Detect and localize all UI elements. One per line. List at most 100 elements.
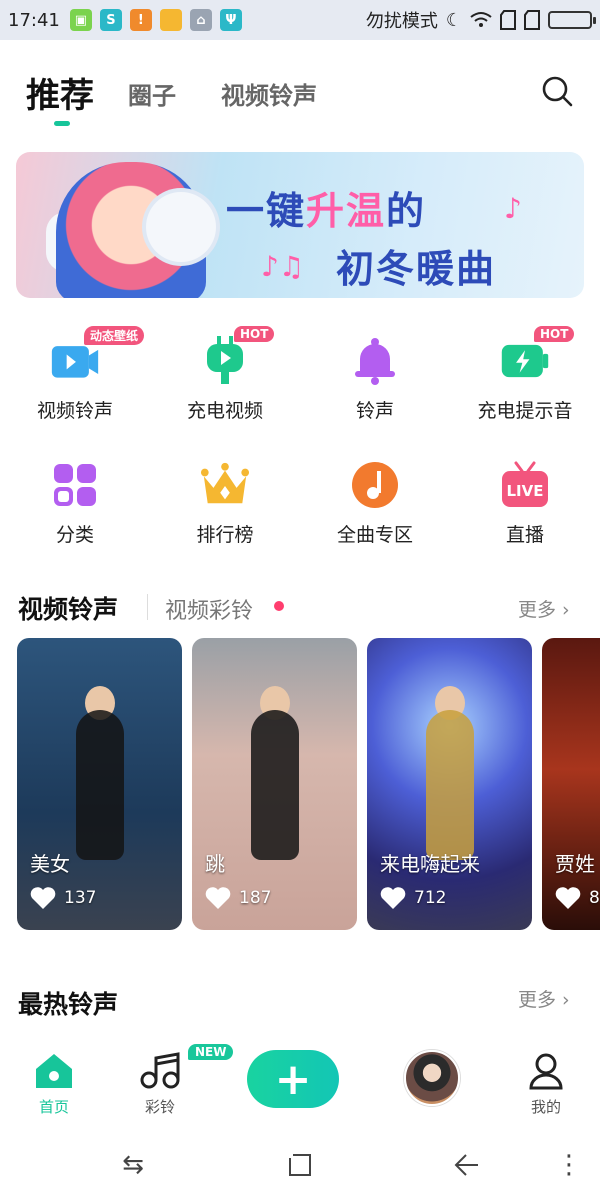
charge-sound-icon: HOT	[500, 326, 575, 384]
feature-ranking[interactable]: 排行榜	[150, 462, 300, 547]
video-card-title: 来电嗨起来	[380, 852, 480, 876]
nav-label: 彩铃	[144, 1098, 175, 1116]
new-badge: NEW	[188, 1044, 234, 1060]
heart-icon[interactable]	[555, 886, 581, 910]
music-notes-icon	[140, 1052, 180, 1089]
video-card-likes: 187	[205, 886, 271, 910]
system-nav: ⇆ ⋮	[0, 1130, 600, 1200]
music-note-icon	[350, 462, 400, 508]
home-icon	[36, 1054, 72, 1088]
banner-subheadline: 初冬暖曲	[336, 247, 497, 291]
feature-label: 充电视频	[186, 400, 263, 422]
status-time: 17:41	[8, 9, 60, 31]
person-figure	[250, 710, 299, 860]
sim2-icon	[524, 10, 540, 30]
heart-icon[interactable]	[205, 886, 231, 910]
more-link[interactable]: 更多 ›	[518, 595, 570, 622]
wifi-icon	[470, 12, 492, 27]
badge-dynamic-wallpaper: 动态壁纸	[84, 326, 145, 345]
feature-live[interactable]: LIVE 直播	[450, 461, 600, 547]
menu-icon[interactable]: ⋮	[552, 1148, 586, 1182]
status-bar: 17:41 ▣ S ! ⌂ Ψ 勿扰模式 ☾	[0, 0, 600, 40]
notification-green-icon: ▣	[69, 9, 92, 31]
nav-mine[interactable]: 我的	[506, 1052, 586, 1117]
sim1-icon	[500, 10, 516, 30]
earmuff-right	[146, 192, 216, 262]
nav-label: 我的	[530, 1098, 561, 1116]
feature-full-song[interactable]: 全曲专区	[300, 462, 450, 547]
tab-circle[interactable]: 圈子	[128, 76, 176, 111]
feature-label: 充电提示音	[477, 400, 573, 422]
video-card[interactable]: 美女 137	[17, 638, 182, 930]
tab-recommend[interactable]: 推荐	[26, 68, 94, 117]
video-card[interactable]: 跳 187	[192, 638, 357, 930]
person-figure	[425, 710, 474, 860]
feature-label: 铃声	[355, 400, 394, 422]
back-icon[interactable]	[450, 1148, 484, 1182]
feature-ringtone[interactable]: 铃声	[300, 338, 450, 423]
video-color-ring-tab[interactable]: 视频彩铃	[165, 593, 253, 625]
search-icon[interactable]	[540, 74, 574, 108]
profile-icon	[529, 1053, 563, 1090]
home-square-icon[interactable]	[283, 1148, 317, 1182]
switch-icon[interactable]: ⇆	[116, 1148, 150, 1182]
live-icon-text: LIVE	[507, 482, 544, 500]
feature-label: 视频铃声	[36, 400, 113, 422]
feature-video-ringtone[interactable]: 动态壁纸 视频铃声	[0, 326, 150, 423]
usb-icon: Ψ	[219, 9, 242, 31]
nav-color-ring[interactable]: 彩铃	[120, 1052, 200, 1117]
person-figure	[75, 710, 124, 860]
video-card-likes: 137	[30, 886, 96, 910]
banner-headline: 一键升温的	[226, 189, 427, 233]
feature-label: 直播	[505, 524, 544, 546]
like-count: 137	[64, 888, 97, 908]
promo-banner[interactable]: 一键升温的 ♪♫ ♪ 初冬暖曲	[16, 152, 584, 298]
heart-icon[interactable]	[380, 886, 406, 910]
app-teal-icon: S	[99, 9, 122, 31]
live-tv-icon: LIVE	[500, 461, 550, 508]
video-card-likes: 8	[555, 886, 600, 910]
charge-video-icon: HOT	[200, 326, 275, 384]
feature-charge-sound[interactable]: HOT 充电提示音	[450, 326, 600, 423]
feature-label: 排行榜	[196, 524, 254, 546]
video-card-likes: 712	[380, 886, 446, 910]
badge-hot: HOT	[234, 326, 275, 342]
create-plus-button[interactable]: +	[247, 1050, 339, 1108]
folder-icon	[159, 9, 182, 31]
broom-icon: ⌂	[189, 9, 212, 31]
battery-icon	[548, 11, 596, 29]
more-link[interactable]: 更多 ›	[518, 985, 570, 1012]
music-note-icon: ♪♫	[261, 250, 304, 283]
like-count: 187	[239, 888, 272, 908]
dnd-text: 勿扰模式	[365, 11, 438, 32]
heart-icon[interactable]	[30, 886, 56, 910]
video-card[interactable]: 来电嗨起来 712	[367, 638, 532, 930]
like-count: 712	[414, 888, 447, 908]
crown-icon	[200, 462, 250, 508]
feature-label: 分类	[55, 524, 94, 546]
tab-video-ringtone[interactable]: 视频铃声	[221, 76, 317, 111]
like-count: 8	[589, 888, 600, 908]
bell-icon	[350, 338, 400, 385]
top-nav: 推荐 圈子 视频铃声	[0, 40, 600, 140]
active-tab-indicator	[54, 121, 70, 126]
feature-label: 全曲专区	[336, 524, 413, 546]
video-card-title: 美女	[30, 852, 70, 876]
warning-icon: !	[129, 9, 152, 31]
red-dot-indicator	[274, 601, 284, 611]
video-card-title: 跳	[205, 852, 225, 876]
nav-label: 首页	[38, 1098, 69, 1116]
music-note-icon: ♪	[504, 192, 522, 225]
bottom-nav: 首页 彩铃 NEW + 我的	[0, 1040, 600, 1130]
moon-icon: ☾	[445, 9, 462, 31]
video-section-title[interactable]: 视频铃声	[18, 590, 118, 626]
hot-section-title: 最热铃声	[18, 990, 119, 1019]
feature-charge-video[interactable]: HOT 充电视频	[150, 326, 300, 423]
avatar[interactable]	[404, 1050, 460, 1106]
video-ringtone-icon: 动态壁纸	[50, 326, 145, 384]
video-card[interactable]: 贾姓 8	[542, 638, 600, 930]
badge-hot: HOT	[534, 326, 575, 342]
feature-category[interactable]: 分类	[0, 462, 150, 547]
category-icon	[50, 462, 100, 508]
nav-home[interactable]: 首页	[14, 1052, 94, 1117]
